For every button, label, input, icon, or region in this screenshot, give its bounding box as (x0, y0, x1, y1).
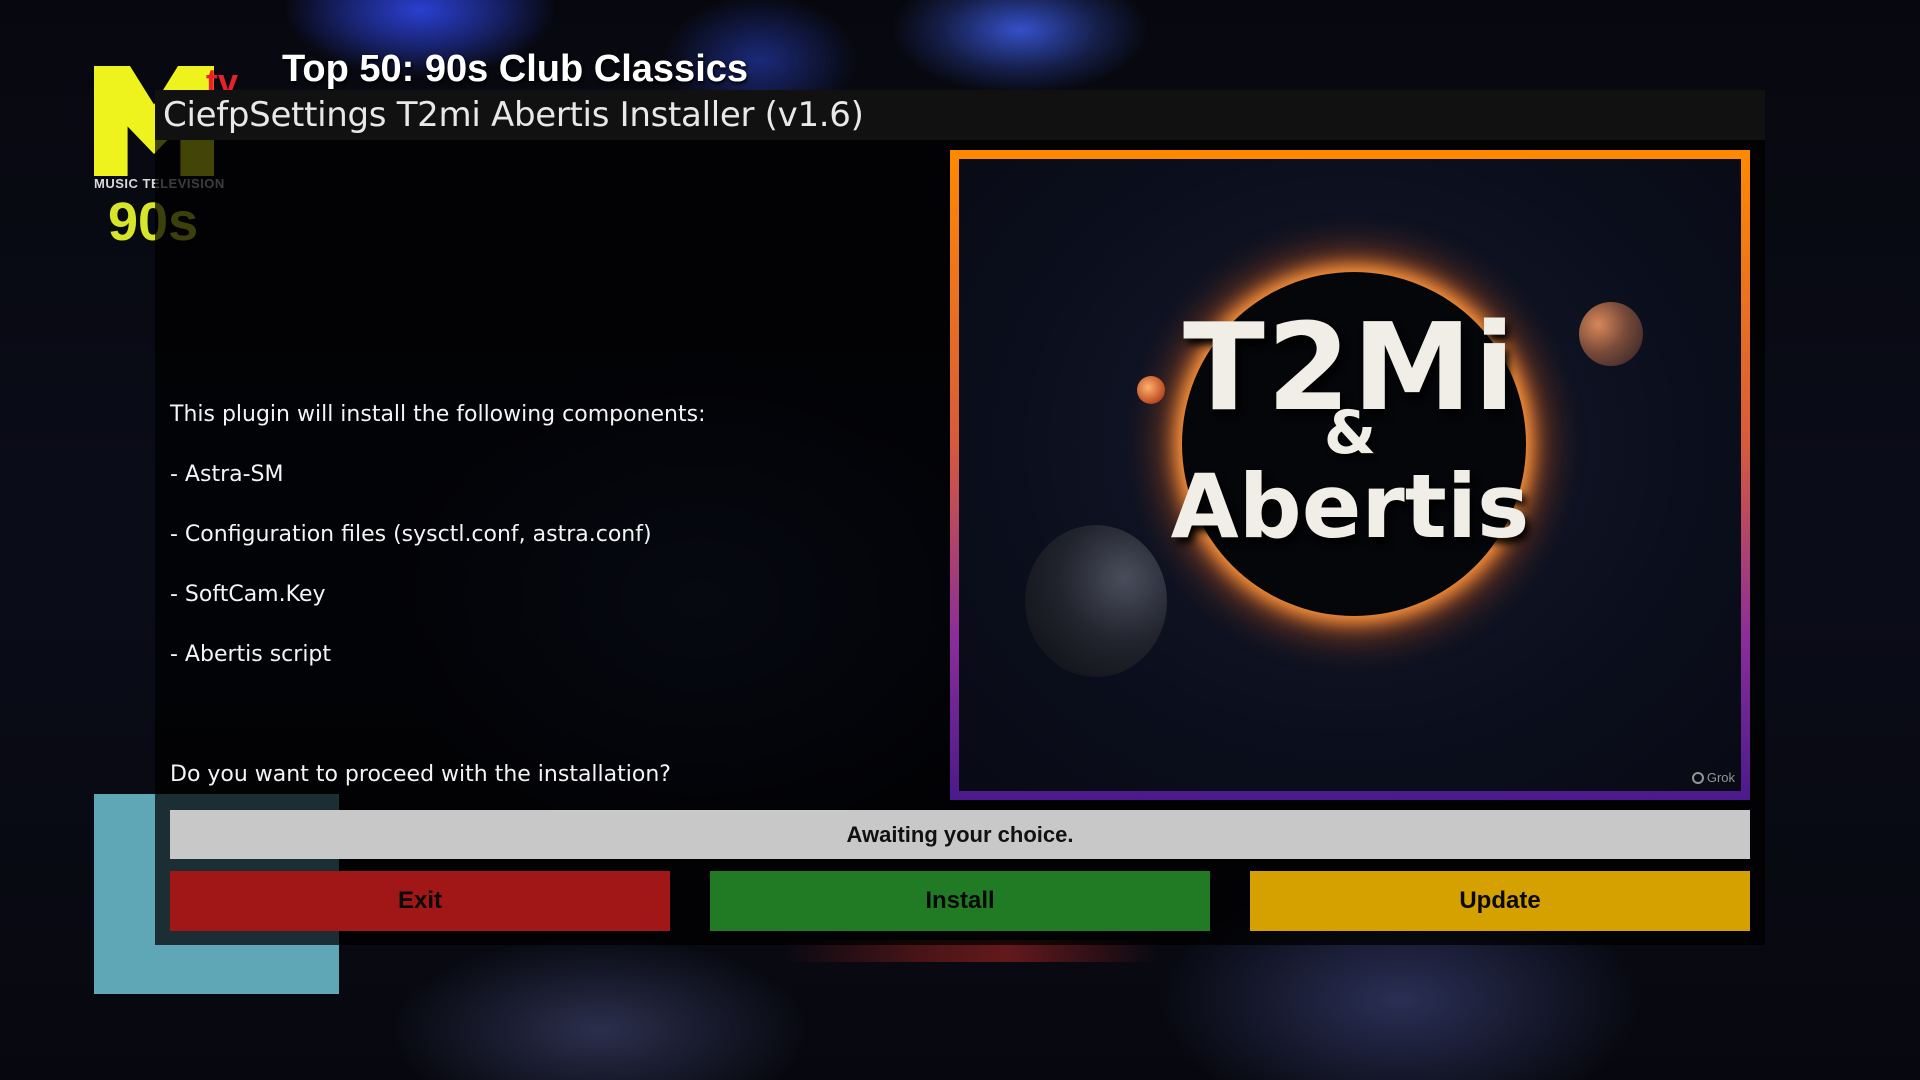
preview-image: T2Mi & Abertis Grok (959, 159, 1741, 791)
info-text: This plugin will install the following c… (170, 370, 930, 820)
preview-image-frame: T2Mi & Abertis Grok (950, 150, 1750, 800)
info-line: - Astra-SM (170, 462, 284, 487)
info-line: - SoftCam.Key (170, 582, 326, 607)
update-button[interactable]: Update (1250, 871, 1750, 931)
info-line: Do you want to proceed with the installa… (170, 762, 671, 787)
install-button[interactable]: Install (710, 871, 1210, 931)
status-bar: Awaiting your choice. (170, 810, 1750, 859)
info-line: This plugin will install the following c… (170, 402, 706, 427)
info-line (170, 700, 930, 730)
window-title: CiefpSettings T2mi Abertis Installer (v1… (163, 95, 864, 135)
grok-watermark-label: Grok (1706, 770, 1735, 785)
info-line: - Abertis script (170, 642, 332, 667)
grok-icon (1691, 772, 1704, 784)
grok-watermark: Grok (1691, 770, 1735, 785)
exit-button[interactable]: Exit (170, 871, 670, 931)
status-text: Awaiting your choice. (846, 821, 1074, 847)
plugin-window: CiefpSettings T2mi Abertis Installer (v1… (155, 90, 1765, 945)
preview-logo-abertis: Abertis (1170, 455, 1530, 558)
program-title: Top 50: 90s Club Classics (282, 48, 749, 90)
preview-logo-ampersand: & (1323, 398, 1377, 468)
title-bar: CiefpSettings T2mi Abertis Installer (v1… (155, 90, 1765, 140)
info-line: - Configuration files (sysctl.conf, astr… (170, 522, 652, 547)
